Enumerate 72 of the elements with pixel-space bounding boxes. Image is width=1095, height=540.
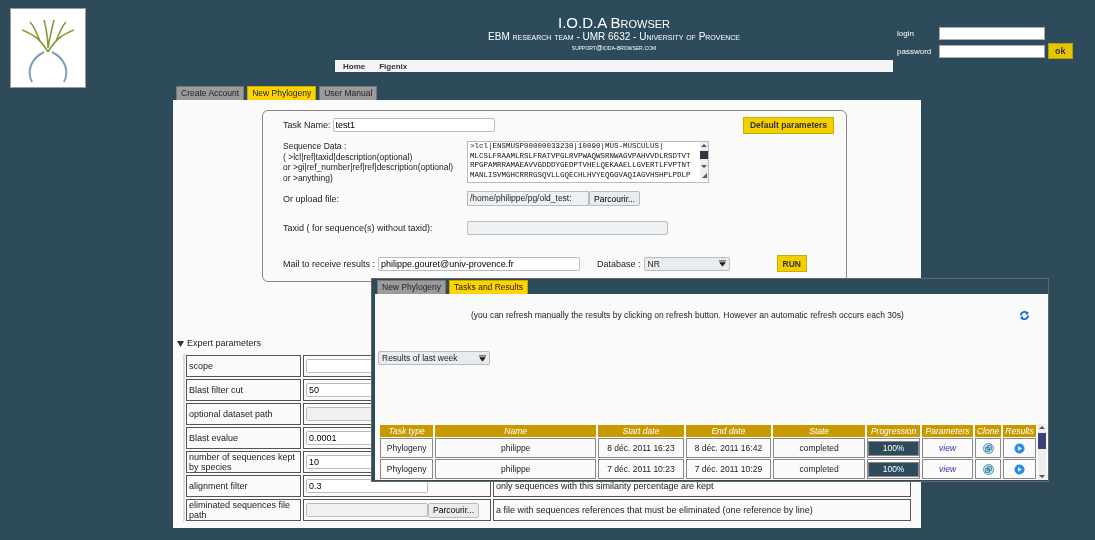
database-dropdown[interactable]: NR <box>643 256 730 271</box>
table-cell: 7 déc. 2011 10:23 <box>598 459 684 479</box>
play-icon[interactable] <box>1014 463 1025 475</box>
sequence-data-label: Sequence Data : ( >lcl|ref|taxid|description(optional) or >gi|ref_number|ref|ref|description(optional) or >anything) <box>283 141 455 183</box>
taxid-label: Taxid ( for sequence(s) without taxid): <box>283 223 434 233</box>
table-cell: 8 déc. 2011 16:23 <box>598 438 684 458</box>
tab[interactable]: User Manual <box>319 86 378 100</box>
table-cell: completed <box>773 459 866 479</box>
refresh-icon[interactable] <box>1019 309 1030 321</box>
upload-field[interactable]: /home/philippe/pg/old_test: <box>467 191 589 206</box>
task-name-field[interactable]: test1 <box>332 118 495 132</box>
column-header: Task type <box>380 425 434 437</box>
caret-icon[interactable] <box>479 354 486 362</box>
column-header: Name <box>435 425 597 437</box>
scrollbar-icon[interactable] <box>700 142 708 180</box>
ok-button[interactable]: ok <box>1048 43 1073 59</box>
nav-link[interactable]: Figenix <box>379 61 408 71</box>
parameter-name: Blast filter cut <box>186 379 301 401</box>
parameter-name: eliminated sequences file path <box>186 499 301 521</box>
parameter-description: a file with sequences references that must be eliminated (one reference by line) <box>496 505 813 515</box>
mail-label: Mail to receive results : <box>283 258 376 269</box>
column-header: Start date <box>598 425 684 437</box>
parameter-name: Blast evalue <box>186 427 301 449</box>
password-field[interactable] <box>939 44 1045 58</box>
browse-button[interactable]: Parcourir... <box>589 191 641 206</box>
scrollbar-icon[interactable] <box>1038 424 1046 480</box>
table-cell: philippe <box>435 438 597 458</box>
database-label: Database : <box>597 258 641 269</box>
upload-label: Or upload file: <box>283 193 341 204</box>
site-title: I.O.D.A Browser <box>557 14 671 31</box>
column-header: Progression <box>867 425 920 437</box>
parameter-name: alignment filter <box>186 475 301 497</box>
password-label: password <box>897 46 933 56</box>
tab[interactable]: New Phylogeny <box>377 280 447 294</box>
column-header: End date <box>685 425 772 437</box>
login-label: login <box>897 28 915 38</box>
caret-icon[interactable] <box>177 339 184 347</box>
column-header: Parameters <box>921 425 974 437</box>
column-header: Clone <box>975 425 1001 437</box>
progress-bar: 100% <box>868 440 919 456</box>
view-link[interactable]: view <box>939 464 957 474</box>
view-link[interactable]: view <box>939 443 957 453</box>
table-cell: philippe <box>435 459 597 479</box>
mail-field[interactable]: philippe.gouret@univ-provence.fr <box>378 256 581 271</box>
period-dropdown[interactable]: Results of last week <box>378 351 490 365</box>
nav-link[interactable]: Home <box>343 61 366 71</box>
default-parameters-button[interactable]: Default parameters <box>743 116 834 134</box>
parameter-description: only sequences with this similarity percentage are kept <box>496 481 714 491</box>
parameter-name: number of sequences kept by species <box>186 451 301 473</box>
expert-parameters-toggle[interactable]: Expert parameters <box>187 338 262 348</box>
caret-icon[interactable] <box>718 260 726 267</box>
parameter-name: scope <box>186 355 301 377</box>
clone-icon[interactable] <box>982 442 994 454</box>
parameter-name: optional dataset path <box>186 403 301 425</box>
tab[interactable]: Create Account <box>176 86 245 100</box>
run-button[interactable]: RUN <box>776 255 807 272</box>
table-cell: 7 déc. 2011 10:29 <box>685 459 772 479</box>
play-icon[interactable] <box>1014 442 1025 454</box>
task-name-label: Task Name: <box>283 120 331 130</box>
site-subtitle: EBM research team - UMR 6632 - University of Provence <box>487 31 741 43</box>
table-cell: Phylogeny <box>380 459 434 479</box>
table-cell: Phylogeny <box>380 438 434 458</box>
column-header: Results <box>1002 425 1036 437</box>
login-field[interactable] <box>939 26 1045 40</box>
progress-bar: 100% <box>868 461 919 477</box>
refresh-note: (you can refresh manually the results by clicking on refresh button. However an automatic refresh occurs each 30s) <box>471 310 904 320</box>
clone-icon[interactable] <box>982 463 994 475</box>
table-cell: completed <box>773 438 866 458</box>
column-header: State <box>773 425 866 437</box>
tab[interactable]: Tasks and Results <box>449 280 529 294</box>
tab[interactable]: New Phylogeny <box>247 86 317 100</box>
table-cell: 8 déc. 2011 16:42 <box>685 438 772 458</box>
